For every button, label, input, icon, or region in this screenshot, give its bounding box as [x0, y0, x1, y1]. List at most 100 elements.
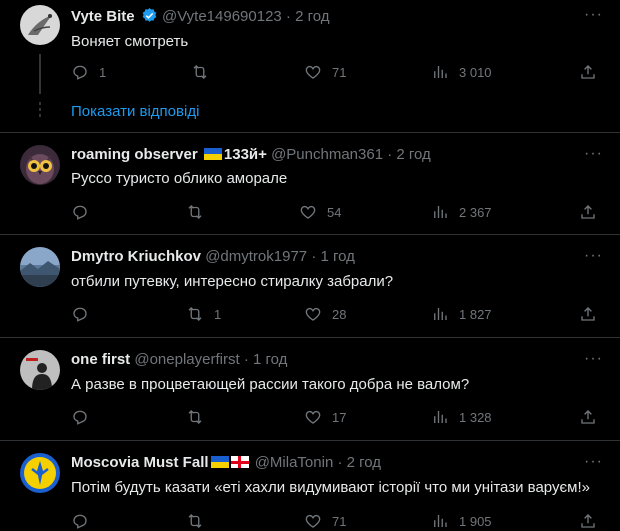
timestamp[interactable]: 1 год	[253, 351, 287, 368]
retweet-icon	[188, 514, 202, 528]
reply-icon	[73, 65, 87, 80]
handle[interactable]: @MilaTonin	[255, 454, 334, 471]
share-button[interactable]	[579, 511, 597, 531]
like-count: 28	[332, 306, 347, 322]
like-count: 71	[332, 513, 347, 529]
tweet-text: Потім будуть казати «еті хахли видумиваю…	[71, 479, 590, 496]
handle[interactable]: @dmytrok1977	[205, 248, 307, 265]
separator-dot: ·	[337, 454, 343, 471]
share-icon	[581, 307, 595, 321]
avatar[interactable]	[20, 453, 60, 493]
tweet-header: one first @oneplayerfirst · 1 год	[71, 350, 287, 370]
views-button[interactable]: 2 367	[431, 202, 492, 222]
handle[interactable]: @Punchman361	[271, 146, 383, 163]
share-icon	[581, 410, 595, 424]
tweet-actions: 1 71 3 010	[71, 62, 606, 82]
like-button[interactable]: 28	[304, 304, 346, 324]
views-button[interactable]: 1 827	[431, 304, 492, 324]
like-count: 54	[327, 204, 342, 220]
views-button[interactable]: 1 328	[431, 407, 492, 427]
tweet[interactable]: Vyte Bite @Vyte149690123 · 2 год ··· Вон…	[0, 0, 620, 130]
tweet-header: Moscovia Must Fall @MilaTonin · 2 год	[71, 453, 381, 473]
retweet-button[interactable]	[186, 407, 214, 427]
more-options-icon[interactable]: ···	[584, 454, 602, 475]
retweet-button[interactable]	[191, 62, 219, 82]
timestamp[interactable]: 1 год	[321, 248, 355, 265]
avatar[interactable]	[20, 350, 60, 390]
verified-badge-icon	[142, 8, 157, 22]
tweet[interactable]: Dmytro Kriuchkov @dmytrok1977 · 1 год ··…	[0, 235, 620, 337]
tweet[interactable]: one first @oneplayerfirst · 1 год ··· А …	[0, 338, 620, 440]
display-name[interactable]: Vyte Bite	[71, 8, 135, 25]
separator-dot: ·	[243, 351, 249, 368]
tweet-text: Воняет смотреть	[71, 33, 189, 50]
reply-icon	[73, 205, 87, 220]
views-chart-icon	[434, 206, 447, 218]
more-options-icon[interactable]: ···	[584, 146, 602, 167]
retweet-icon	[193, 65, 207, 79]
reply-button[interactable]	[71, 511, 99, 531]
heart-icon	[305, 410, 321, 424]
views-button[interactable]: 1 905	[431, 511, 492, 531]
heart-icon	[305, 65, 321, 79]
reply-icon	[73, 410, 87, 425]
timestamp[interactable]: 2 год	[295, 8, 329, 25]
georgia-flag-icon	[230, 456, 249, 468]
share-button[interactable]	[579, 62, 597, 82]
reply-button[interactable]: 1	[71, 62, 106, 82]
reply-button[interactable]	[71, 407, 99, 427]
handle[interactable]: @Vyte149690123	[162, 8, 282, 25]
egret-avatar-icon	[20, 5, 60, 45]
show-replies-link[interactable]: Показати відповіді	[71, 103, 199, 120]
like-button[interactable]: 71	[304, 511, 346, 531]
share-button[interactable]	[579, 304, 597, 324]
reply-button[interactable]	[71, 202, 99, 222]
display-name[interactable]: Dmytro Kriuchkov	[71, 248, 201, 265]
like-button[interactable]: 54	[299, 202, 341, 222]
heart-icon	[300, 205, 316, 219]
tweet[interactable]: roaming observer 133й+ @Punchman361 · 2 …	[0, 133, 620, 235]
timestamp[interactable]: 2 год	[347, 454, 381, 471]
tweet-text: отбили путевку, интересно стиралку забра…	[71, 273, 394, 290]
more-options-icon[interactable]: ···	[584, 248, 602, 269]
views-count: 1 328	[459, 409, 492, 425]
display-name[interactable]: Moscovia Must Fall	[71, 454, 209, 471]
timestamp[interactable]: 2 год	[396, 146, 430, 163]
display-name[interactable]: roaming observer	[71, 146, 198, 163]
tweet-header: Vyte Bite @Vyte149690123 · 2 год	[71, 7, 330, 27]
share-button[interactable]	[579, 202, 597, 222]
reply-button[interactable]	[71, 304, 99, 324]
like-count: 71	[332, 64, 347, 80]
ukraine-flag-icon	[210, 456, 229, 468]
avatar[interactable]	[20, 5, 60, 45]
views-chart-icon	[434, 515, 447, 527]
heart-icon	[305, 307, 321, 321]
more-options-icon[interactable]: ···	[584, 351, 602, 372]
reply-count: 1	[99, 64, 107, 80]
handle[interactable]: @oneplayerfirst	[134, 351, 239, 368]
views-count: 1 905	[459, 513, 492, 529]
avatar[interactable]	[20, 247, 60, 287]
retweet-button[interactable]	[186, 202, 214, 222]
views-button[interactable]: 3 010	[431, 62, 492, 82]
tweet-text: Руссо туристо облико аморале	[71, 170, 288, 187]
more-options-icon[interactable]: ···	[584, 7, 602, 28]
retweet-button[interactable]: 1	[186, 304, 221, 324]
tweet-actions: 17 1 328	[71, 407, 606, 427]
retweet-icon	[188, 307, 202, 321]
share-button[interactable]	[579, 407, 597, 427]
retweet-icon	[188, 205, 202, 219]
like-button[interactable]: 17	[304, 407, 346, 427]
retweet-icon	[188, 410, 202, 424]
share-icon	[581, 205, 595, 219]
share-icon	[581, 514, 595, 528]
like-button[interactable]: 71	[304, 62, 346, 82]
yellow-emblem-avatar-icon	[20, 453, 60, 493]
avatar[interactable]	[20, 145, 60, 185]
retweet-button[interactable]	[186, 511, 214, 531]
owl-avatar-icon	[20, 145, 60, 185]
display-name[interactable]: one first	[71, 351, 130, 368]
views-count: 2 367	[459, 204, 492, 220]
tweet[interactable]: Moscovia Must Fall @MilaTonin · 2 год ··…	[0, 441, 620, 529]
views-count: 1 827	[459, 306, 492, 322]
